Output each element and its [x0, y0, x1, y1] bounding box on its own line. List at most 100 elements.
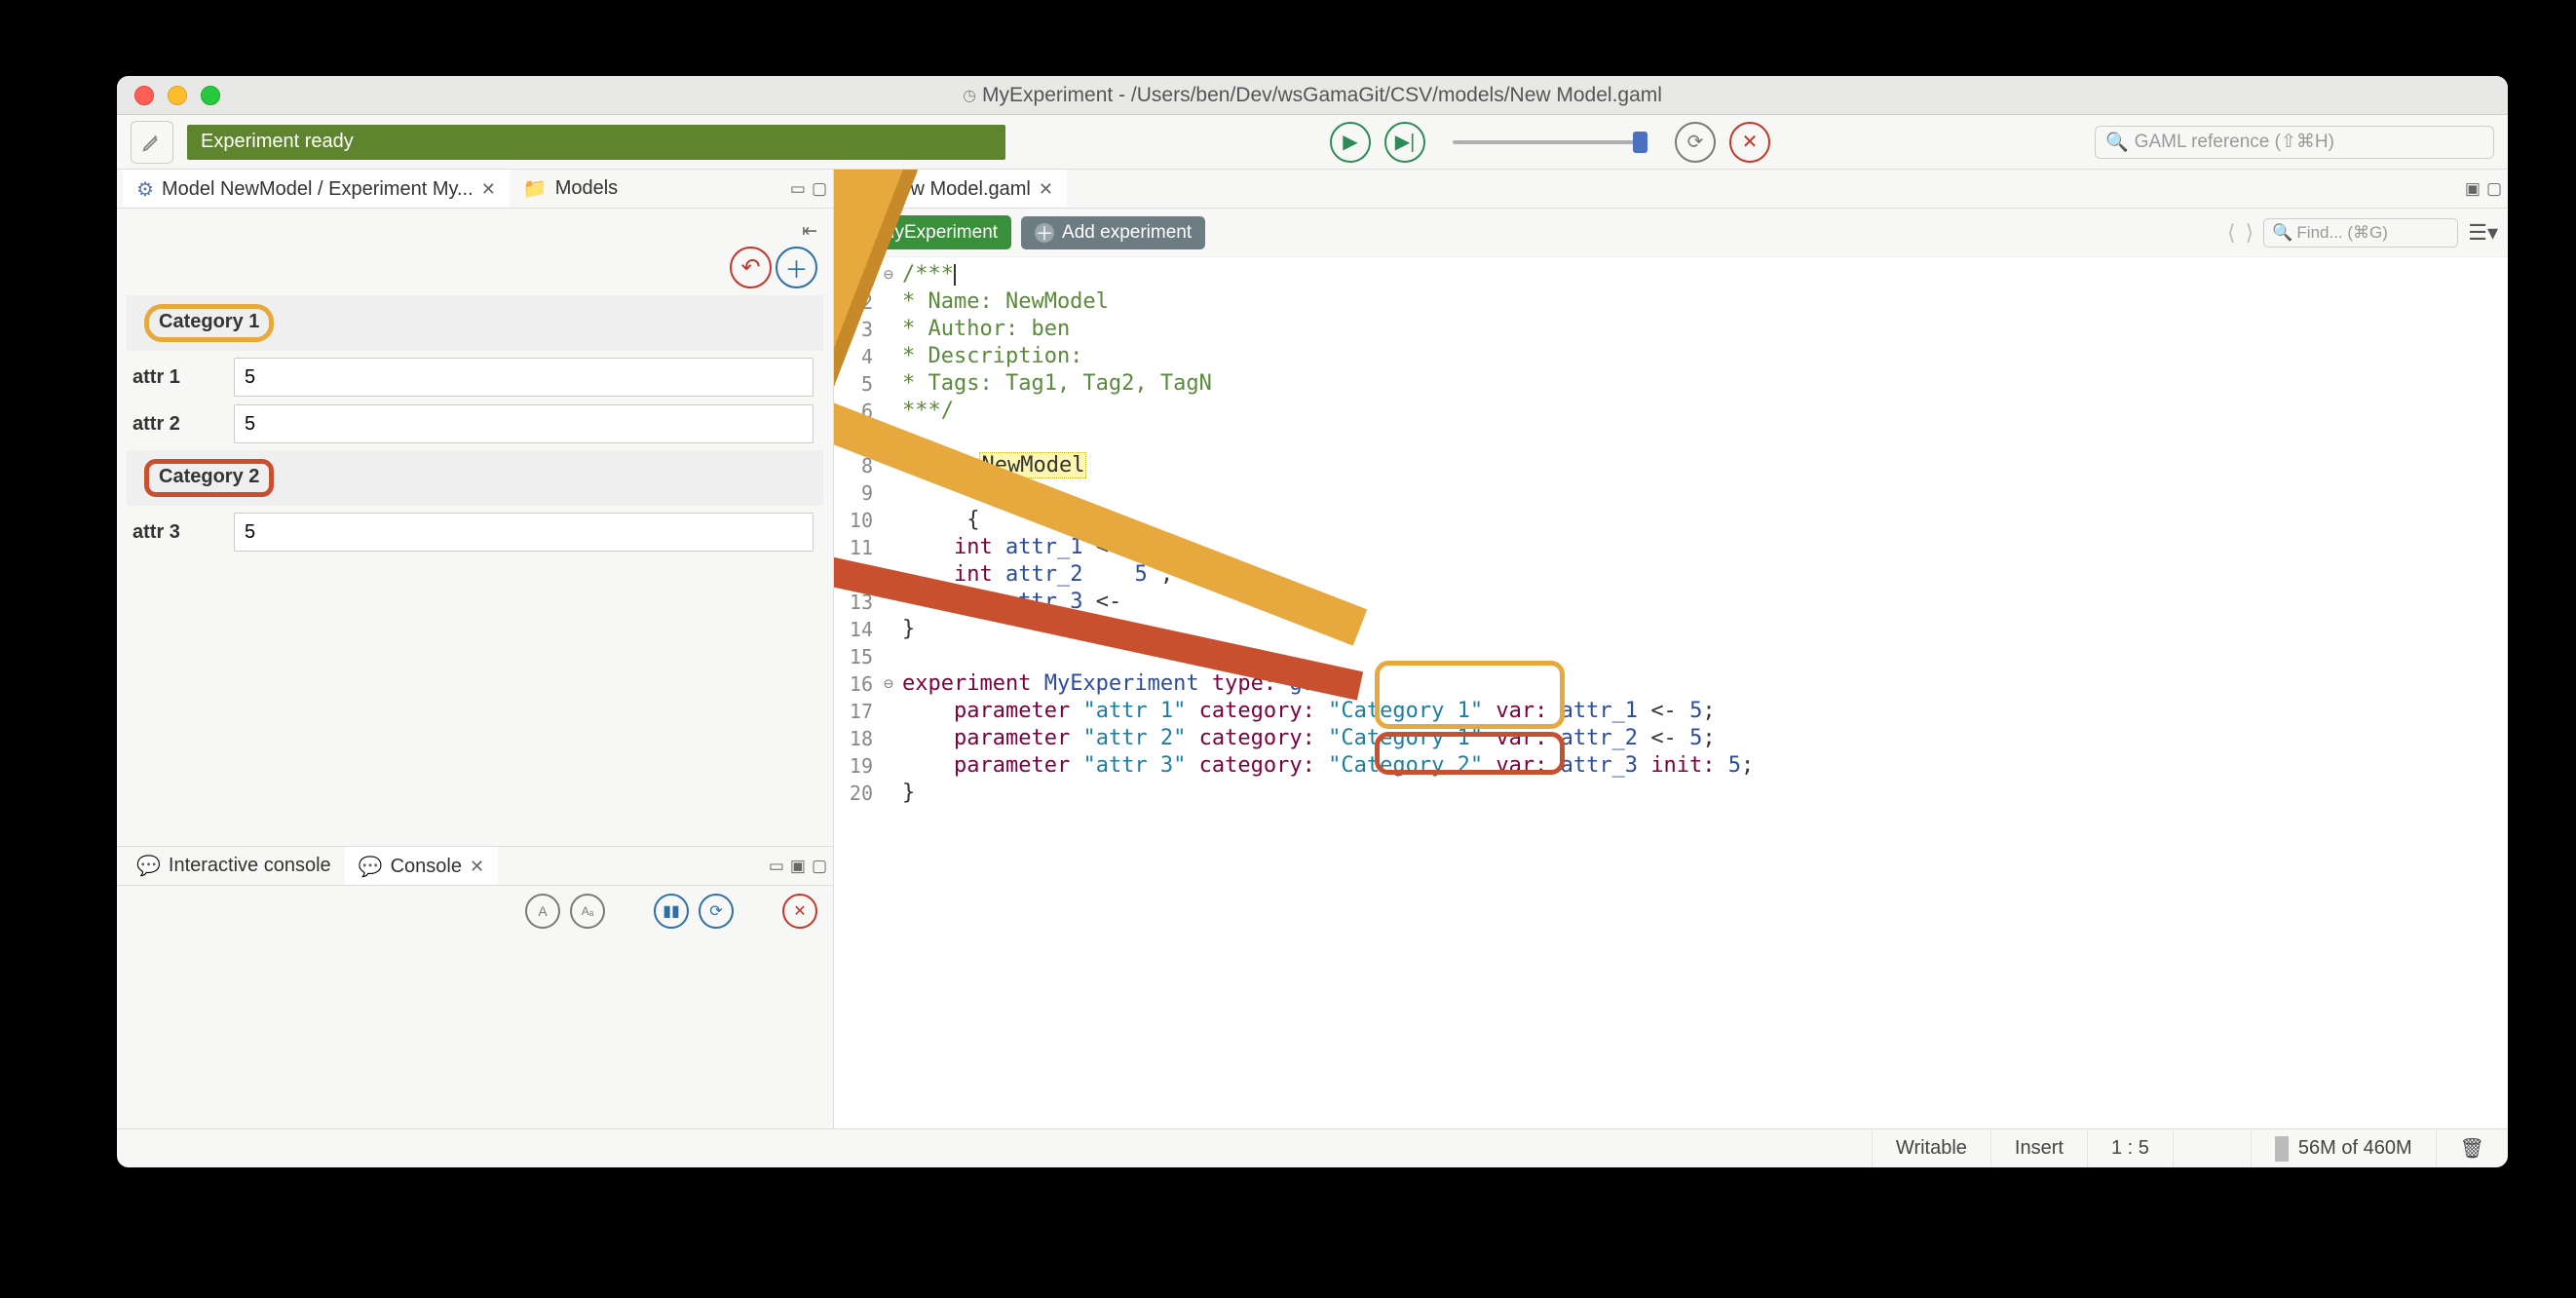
highlight-category2-code	[1375, 732, 1565, 775]
attr3-input[interactable]	[234, 513, 814, 552]
minimize-window-button[interactable]	[168, 86, 187, 105]
tab-console[interactable]: 💬 Console ✕	[345, 847, 498, 885]
chat-icon: 💬	[359, 855, 383, 879]
search-icon: 🔍	[2272, 223, 2292, 243]
tab-new-model-gaml[interactable]: 📄 New Model.gaml ✕	[840, 170, 1067, 208]
app-window: ◷ MyExperiment - /Users/ben/Dev/wsGamaGi…	[117, 76, 2508, 1167]
category-1-label: Category 1	[144, 304, 274, 342]
attr3-label: attr 3	[133, 521, 218, 544]
editor-pane: 📄 New Model.gaml ✕ ▣ ▢ ▶ MyExperiment ＋ …	[834, 170, 2508, 1128]
highlight-category1-code	[1375, 661, 1565, 729]
play-button[interactable]: ▶	[1330, 122, 1371, 163]
app-icon: ◷	[963, 86, 976, 105]
fold-column: ⊖⊖	[881, 257, 896, 1128]
file-icon: 📄	[853, 177, 878, 202]
code-editor[interactable]: 1234567891011121314151617181920 ⊖⊖ /*** …	[834, 257, 2508, 1128]
close-window-button[interactable]	[134, 86, 154, 105]
add-button[interactable]: ＋	[776, 247, 817, 288]
category-2-header[interactable]: Category 2	[127, 450, 823, 506]
chat-icon: 💬	[136, 854, 161, 878]
restore-view-icon[interactable]: ▣	[790, 857, 806, 876]
view-menu-icon[interactable]: ☰▾	[2468, 220, 2498, 246]
console-toolbar: A Aₐ ▮▮ ⟳ ✕	[117, 886, 833, 936]
experiment-ready-banner: Experiment ready	[187, 125, 1005, 160]
left-pane: ⚙ Model NewModel / Experiment My... ✕ 📁 …	[117, 170, 834, 1128]
maximize-view-icon[interactable]: ▢	[812, 179, 827, 199]
attr1-input[interactable]	[234, 358, 814, 397]
line-gutter: 1234567891011121314151617181920	[834, 257, 881, 1128]
memory-text: 56M of 460M	[2298, 1137, 2412, 1160]
add-experiment-label: Add experiment	[1062, 222, 1192, 244]
gc-button[interactable]: 🗑	[2436, 1129, 2508, 1167]
tree-icon: ⚙	[136, 177, 154, 202]
status-position: 1 : 5	[2087, 1129, 2173, 1167]
parameters-panel: ⇤ ↶ ＋ Category 1 attr 1 attr 2	[117, 209, 833, 563]
find-input[interactable]: 🔍 Find... (⌘G)	[2263, 218, 2458, 248]
category-1-header[interactable]: Category 1	[127, 295, 823, 351]
play-icon: ▶	[857, 221, 872, 244]
tab-models[interactable]: 📁 Models	[510, 170, 631, 208]
main-toolbar: Experiment ready ▶ ▶| ⟳ ✕ 🔍 GAML referen…	[117, 115, 2508, 170]
run-experiment-label: MyExperiment	[880, 222, 998, 244]
console-body	[117, 936, 833, 1128]
add-experiment-button[interactable]: ＋ Add experiment	[1021, 216, 1205, 249]
param-row-attr2: attr 2	[117, 401, 833, 447]
collapse-icon[interactable]: ⇤	[802, 220, 817, 243]
tab-model-experiment[interactable]: ⚙ Model NewModel / Experiment My... ✕	[123, 170, 510, 208]
tab-label: New Model.gaml	[886, 178, 1031, 201]
nav-back-icon[interactable]: ⟨	[2227, 220, 2236, 246]
tab-label: Models	[555, 177, 618, 200]
minimize-view-icon[interactable]: ▭	[769, 857, 784, 876]
run-experiment-button[interactable]: ▶ MyExperiment	[844, 215, 1011, 249]
param-row-attr3: attr 3	[117, 509, 833, 555]
close-tab-icon[interactable]: ✕	[1039, 179, 1053, 200]
main-area: ⚙ Model NewModel / Experiment My... ✕ 📁 …	[117, 170, 2508, 1128]
maximize-view-icon[interactable]: ▢	[812, 857, 827, 876]
category-2-label: Category 2	[144, 459, 274, 497]
edit-icon[interactable]	[131, 121, 173, 164]
close-tab-icon[interactable]: ✕	[481, 179, 496, 200]
status-insert: Insert	[1990, 1129, 2087, 1167]
restore-view-icon[interactable]: ▣	[2465, 179, 2481, 199]
traffic-lights	[134, 86, 220, 105]
reload-button[interactable]: ⟳	[1675, 122, 1716, 163]
refresh-button[interactable]: ⟳	[699, 894, 734, 929]
step-button[interactable]: ▶|	[1384, 122, 1425, 163]
minimize-view-icon[interactable]: ▭	[790, 179, 806, 199]
nav-forward-icon[interactable]: ⟩	[2246, 220, 2254, 246]
status-memory: 56M of 460M	[2251, 1129, 2436, 1167]
pause-button[interactable]: ▮▮	[654, 894, 689, 929]
close-tab-icon[interactable]: ✕	[470, 857, 484, 877]
console-tab-strip: 💬 Interactive console 💬 Console ✕ ▭ ▣ ▢	[117, 847, 833, 886]
param-row-attr1: attr 1	[117, 354, 833, 401]
tab-interactive-console[interactable]: 💬 Interactive console	[123, 847, 345, 885]
attr2-input[interactable]	[234, 404, 814, 443]
clear-button[interactable]: ✕	[782, 894, 817, 929]
status-empty	[117, 1129, 1872, 1167]
status-bar: Writable Insert 1 : 5 56M of 460M 🗑	[117, 1128, 2508, 1167]
stop-button[interactable]: ✕	[1729, 122, 1770, 163]
speed-slider[interactable]	[1453, 140, 1648, 144]
plus-icon: ＋	[1035, 223, 1054, 243]
attr2-label: attr 2	[133, 413, 218, 436]
zoom-window-button[interactable]	[201, 86, 220, 105]
font-smaller-button[interactable]: Aₐ	[570, 894, 605, 929]
attr1-label: attr 1	[133, 366, 218, 389]
search-placeholder: GAML reference (⇧⌘H)	[2135, 131, 2334, 153]
console-section: 💬 Interactive console 💬 Console ✕ ▭ ▣ ▢	[117, 846, 833, 1128]
undo-button[interactable]: ↶	[730, 247, 772, 288]
status-spacer	[2173, 1129, 2251, 1167]
tab-label: Interactive console	[169, 855, 331, 877]
gaml-search-input[interactable]: 🔍 GAML reference (⇧⌘H)	[2095, 126, 2494, 159]
tab-label: Console	[391, 856, 462, 878]
code-lines: /*** * Name: NewModel * Author: ben * De…	[896, 257, 1754, 1128]
tab-label: Model NewModel / Experiment My...	[162, 178, 474, 201]
maximize-view-icon[interactable]: ▢	[2486, 179, 2502, 199]
find-placeholder: Find... (⌘G)	[2296, 223, 2388, 243]
titlebar: ◷ MyExperiment - /Users/ben/Dev/wsGamaGi…	[117, 76, 2508, 115]
window-title-text: MyExperiment - /Users/ben/Dev/wsGamaGit/…	[982, 84, 1662, 107]
left-tab-strip: ⚙ Model NewModel / Experiment My... ✕ 📁 …	[117, 170, 833, 209]
font-bigger-button[interactable]: A	[525, 894, 560, 929]
status-writable: Writable	[1872, 1129, 1990, 1167]
folder-icon: 📁	[523, 176, 548, 201]
